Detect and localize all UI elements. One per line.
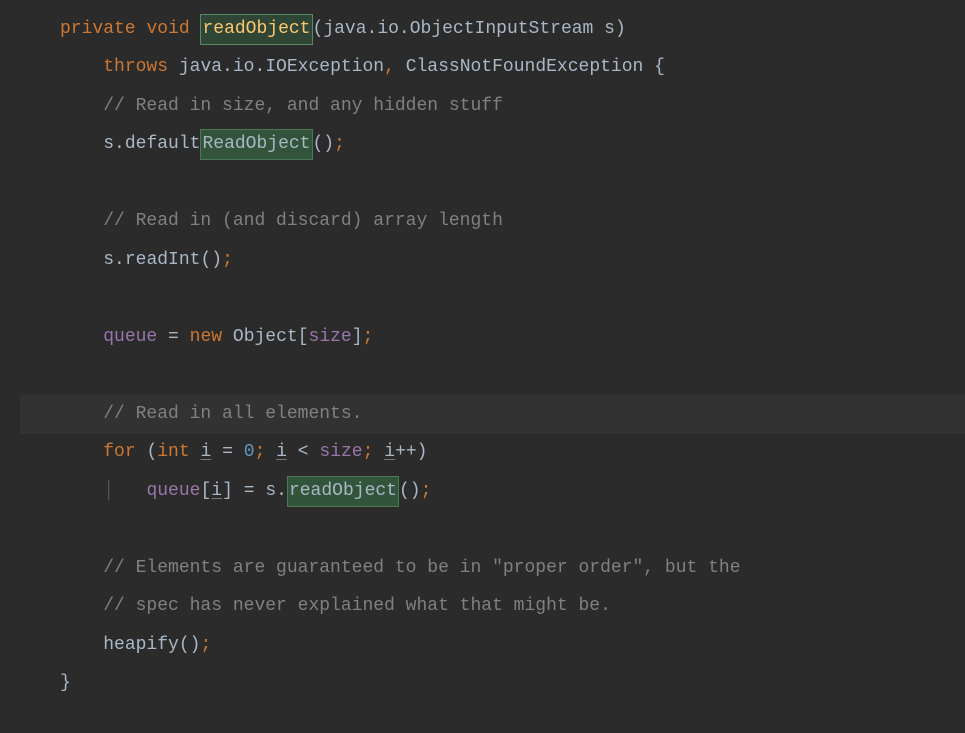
code-line[interactable]: throws java.io.IOException, ClassNotFoun… bbox=[20, 49, 965, 88]
keyword-private: private bbox=[60, 15, 136, 44]
comment: // spec has never explained what that mi… bbox=[103, 592, 611, 621]
keyword-for: for bbox=[103, 438, 135, 467]
field-ref: size bbox=[309, 323, 352, 352]
comment: // Read in all elements. bbox=[103, 400, 362, 429]
method-highlighted: ReadObject bbox=[200, 129, 312, 160]
param-name: s bbox=[604, 15, 615, 44]
keyword-void: void bbox=[146, 15, 189, 44]
method-call: heapify bbox=[103, 631, 179, 660]
code-editor[interactable]: private void readObject(java.io.ObjectIn… bbox=[0, 0, 965, 713]
semicolon: ; bbox=[222, 246, 233, 275]
type-ref: Object bbox=[233, 323, 298, 352]
code-line-empty[interactable] bbox=[20, 280, 965, 319]
field-ref: queue bbox=[146, 477, 200, 506]
local-var: i bbox=[276, 438, 287, 467]
code-line[interactable]: // Read in size, and any hidden stuff bbox=[20, 87, 965, 126]
code-line-current[interactable]: // Read in all elements. bbox=[20, 395, 965, 434]
exception-type: ClassNotFoundException bbox=[406, 53, 644, 82]
local-var: i bbox=[211, 477, 222, 506]
variable: s bbox=[103, 130, 114, 159]
comment: // Elements are guaranteed to be in "pro… bbox=[103, 554, 740, 583]
exception-type: java.io.IOException bbox=[179, 53, 384, 82]
semicolon: ; bbox=[334, 130, 345, 159]
method-name-highlighted: readObject bbox=[200, 14, 312, 45]
code-line[interactable]: s.defaultReadObject(); bbox=[20, 126, 965, 165]
code-line[interactable]: // spec has never explained what that mi… bbox=[20, 588, 965, 627]
method-call: readInt bbox=[125, 246, 201, 275]
local-var: i bbox=[384, 438, 395, 467]
code-line[interactable]: │ queue[i] = s.readObject(); bbox=[20, 472, 965, 511]
code-line[interactable]: heapify(); bbox=[20, 626, 965, 665]
keyword-new: new bbox=[190, 323, 222, 352]
comment: // Read in size, and any hidden stuff bbox=[103, 92, 503, 121]
semicolon: ; bbox=[363, 323, 374, 352]
brace-close: } bbox=[60, 669, 71, 698]
code-line[interactable]: private void readObject(java.io.ObjectIn… bbox=[20, 10, 965, 49]
code-line-empty[interactable] bbox=[20, 164, 965, 203]
semicolon: ; bbox=[200, 631, 211, 660]
param-type: java.io.ObjectInputStream bbox=[323, 15, 593, 44]
variable: s bbox=[265, 477, 276, 506]
comma: , bbox=[384, 53, 395, 82]
code-line[interactable]: } bbox=[20, 665, 965, 704]
method-highlighted: readObject bbox=[287, 476, 399, 507]
code-line[interactable]: for (int i = 0; i < size; i++) bbox=[20, 434, 965, 473]
paren-close: ) bbox=[615, 15, 626, 44]
brace-open: { bbox=[654, 53, 665, 82]
method-call: default bbox=[125, 130, 201, 159]
code-line[interactable]: // Elements are guaranteed to be in "pro… bbox=[20, 549, 965, 588]
variable: s bbox=[103, 246, 114, 275]
code-line[interactable]: // Read in (and discard) array length bbox=[20, 203, 965, 242]
paren-open: ( bbox=[313, 15, 324, 44]
code-line-empty[interactable] bbox=[20, 357, 965, 396]
comment: // Read in (and discard) array length bbox=[103, 207, 503, 236]
keyword-int: int bbox=[157, 438, 189, 467]
semicolon: ; bbox=[421, 477, 432, 506]
field-ref: size bbox=[319, 438, 362, 467]
keyword-throws: throws bbox=[103, 53, 168, 82]
code-line-empty[interactable] bbox=[20, 511, 965, 550]
local-var: i bbox=[200, 438, 211, 467]
number-literal: 0 bbox=[244, 438, 255, 467]
code-line[interactable]: queue = new Object[size]; bbox=[20, 318, 965, 357]
code-line[interactable]: s.readInt(); bbox=[20, 241, 965, 280]
field-ref: queue bbox=[103, 323, 157, 352]
